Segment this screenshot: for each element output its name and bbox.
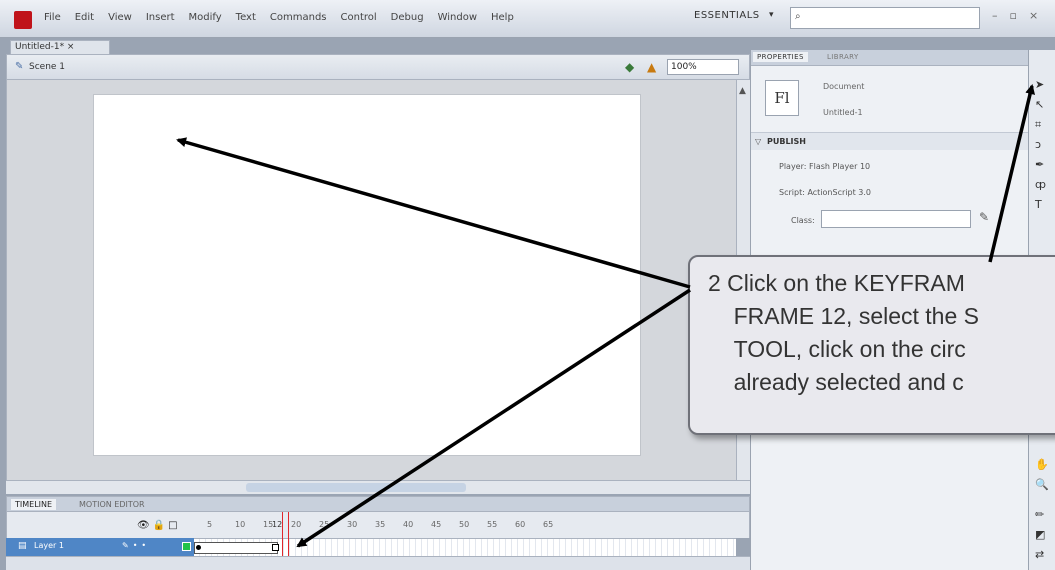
layer-state-dots[interactable]: ✎••: [122, 541, 150, 550]
menu-view[interactable]: View: [108, 12, 132, 23]
edit-scene-icon[interactable]: ▲: [647, 60, 656, 74]
panel-tabs: PROPERTIES LIBRARY: [751, 50, 1029, 66]
frame-number: 40: [403, 520, 414, 529]
layer-icon: ▤: [18, 541, 27, 551]
timeline-tabs: TIMELINE MOTION EDITOR: [6, 496, 750, 512]
maximize-button[interactable]: ▫: [1010, 9, 1017, 22]
selection-tool-icon[interactable]: ➤: [1035, 78, 1044, 91]
menu-debug[interactable]: Debug: [391, 12, 424, 23]
scroll-thumb[interactable]: [246, 483, 466, 492]
menu-bar: File Edit View Insert Modify Text Comman…: [0, 0, 1055, 38]
frame-number: 55: [487, 520, 498, 529]
search-icon: ⌕: [795, 11, 801, 22]
publish-label: PUBLISH: [767, 137, 806, 146]
frame-span[interactable]: [194, 542, 278, 554]
scroll-up-icon[interactable]: ▲: [739, 86, 746, 96]
flash-logo-icon: [14, 11, 32, 29]
scene-breadcrumb[interactable]: Scene 1: [29, 62, 65, 72]
horizontal-scrollbar[interactable]: [6, 480, 750, 494]
menu-edit[interactable]: Edit: [75, 12, 94, 23]
script-setting[interactable]: Script: ActionScript 3.0: [779, 188, 871, 197]
layer-outline-color[interactable]: [182, 542, 191, 551]
current-frame-label: 12: [272, 520, 283, 529]
free-transform-tool-icon[interactable]: ⌗: [1035, 118, 1041, 132]
frame-number: 20: [291, 520, 302, 529]
keyframe-frame-12[interactable]: [272, 544, 279, 551]
frame-number: 60: [515, 520, 526, 529]
frame-number: 45: [431, 520, 442, 529]
instruction-text: 2 Click on the KEYFRAM FRAME 12, select …: [708, 270, 979, 395]
frame-number: 35: [375, 520, 386, 529]
instruction-callout: 2 Click on the KEYFRAM FRAME 12, select …: [688, 255, 1055, 435]
frame-number: 10: [235, 520, 246, 529]
playhead[interactable]: [282, 512, 289, 562]
frame-number: 50: [459, 520, 470, 529]
close-button[interactable]: ×: [1029, 9, 1038, 22]
swap-colors-icon[interactable]: ⇄: [1035, 548, 1044, 561]
publish-section-header[interactable]: ▽ PUBLISH: [751, 132, 1029, 150]
frame-number: 5: [207, 520, 213, 529]
pen-tool-icon[interactable]: ✒: [1035, 158, 1044, 171]
timeline-header: 👁🔒□ 5 10 15 20 25 30 35 40 45 50 55 60 6…: [6, 512, 750, 538]
menu-items: File Edit View Insert Modify Text Comman…: [44, 12, 514, 23]
brush-tool-icon[interactable]: ȹ: [1035, 178, 1046, 191]
timeline-status-bar: [6, 556, 750, 570]
layer-name[interactable]: Layer 1: [34, 541, 64, 550]
menu-window[interactable]: Window: [438, 12, 477, 23]
tab-timeline[interactable]: TIMELINE: [11, 499, 57, 510]
subselection-tool-icon[interactable]: ↖: [1035, 98, 1044, 111]
class-input[interactable]: [821, 210, 971, 228]
player-setting[interactable]: Player: Flash Player 10: [779, 162, 870, 171]
menu-control[interactable]: Control: [341, 12, 377, 23]
edit-bar: ✎ Scene 1 ◆ ▲ 100%: [6, 54, 750, 80]
frame-number: 25: [319, 520, 330, 529]
zoom-tool-icon[interactable]: 🔍: [1035, 478, 1049, 491]
menu-commands[interactable]: Commands: [270, 12, 327, 23]
class-label: Class:: [791, 216, 815, 225]
tab-properties[interactable]: PROPERTIES: [753, 52, 808, 62]
fill-color-icon[interactable]: ◩: [1035, 528, 1045, 541]
frame-number: 30: [347, 520, 358, 529]
menu-insert[interactable]: Insert: [146, 12, 175, 23]
document-name: Untitled-1: [823, 108, 863, 117]
menu-file[interactable]: File: [44, 12, 61, 23]
frame-grid[interactable]: [194, 538, 736, 556]
text-tool-icon[interactable]: T: [1035, 198, 1042, 211]
zoom-select[interactable]: 100%: [667, 59, 739, 75]
layer-toggle-icons[interactable]: 👁🔒□: [137, 520, 181, 531]
search-input[interactable]: ⌕: [790, 7, 980, 29]
stage[interactable]: [93, 94, 641, 456]
tab-library[interactable]: LIBRARY: [823, 52, 863, 62]
document-icon: Fl: [765, 80, 799, 116]
menu-help[interactable]: Help: [491, 12, 514, 23]
window-controls: – ▫ ×: [992, 9, 1038, 22]
frame-number: 65: [543, 520, 554, 529]
collapse-triangle-icon[interactable]: ▽: [755, 137, 761, 146]
pencil-icon[interactable]: ✎: [979, 210, 989, 224]
layer-row[interactable]: ▤ Layer 1 ✎••: [6, 538, 194, 556]
keyframe-frame-1[interactable]: [196, 545, 201, 550]
edit-symbols-icon[interactable]: ◆: [625, 60, 634, 74]
tab-motion-editor[interactable]: MOTION EDITOR: [75, 499, 149, 510]
pasteboard: [6, 80, 736, 480]
workspace-switcher[interactable]: ESSENTIALS: [694, 10, 760, 21]
lasso-tool-icon[interactable]: ↄ: [1035, 138, 1041, 151]
minimize-button[interactable]: –: [992, 9, 998, 22]
document-type: Document: [823, 82, 865, 91]
stroke-color-icon[interactable]: ✏: [1035, 508, 1044, 521]
chevron-down-icon[interactable]: ▾: [769, 10, 774, 20]
hand-tool-icon[interactable]: ✋: [1035, 458, 1049, 471]
document-tab[interactable]: Untitled-1* ×: [10, 40, 110, 54]
menu-modify[interactable]: Modify: [189, 12, 222, 23]
menu-text[interactable]: Text: [236, 12, 256, 23]
scene-icon: ✎: [15, 61, 24, 72]
